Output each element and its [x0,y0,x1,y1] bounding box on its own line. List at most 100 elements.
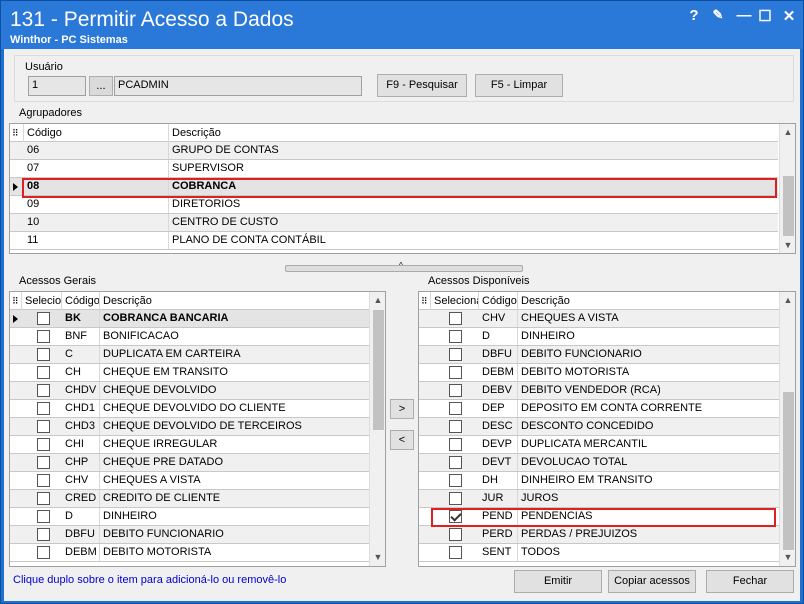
list-item[interactable]: C DUPLICATA EM CARTEIRA [10,346,369,364]
checkbox[interactable] [37,528,50,541]
checkbox[interactable] [37,510,50,523]
copiar-acessos-button[interactable]: Copiar acessos [608,570,696,593]
list-item[interactable]: DEP DEPOSITO EM CONTA CORRENTE [419,400,779,418]
column-options-icon[interactable]: ⠿ [10,124,24,142]
scroll-down-icon[interactable]: ▼ [780,237,795,253]
list-item[interactable]: CHP CHEQUE PRE DATADO [10,454,369,472]
column-options-icon[interactable]: ⠿ [10,292,22,310]
list-item[interactable]: CHI CHEQUE IRREGULAR [10,436,369,454]
list-item[interactable]: DH DINHEIRO EM TRANSITO [419,472,779,490]
list-item[interactable]: CHV CHEQUES A VISTA [10,472,369,490]
list-item[interactable]: D DINHEIRO [10,508,369,526]
list-item[interactable]: CHD1 CHEQUE DEVOLVIDO DO CLIENTE [10,400,369,418]
list-item[interactable]: DESC DESCONTO CONCEDIDO [419,418,779,436]
minimize-icon[interactable]: — [734,7,754,24]
checkbox[interactable] [449,312,462,325]
checkbox[interactable] [37,330,50,343]
acessos-gerais-scrollbar[interactable]: ▲ ▼ [369,292,385,566]
close-icon[interactable]: ✕ [779,7,799,25]
checkbox[interactable] [449,330,462,343]
acessos-gerais-col-selec[interactable]: Selecio [22,292,62,310]
acessos-disponiveis-scrollbar[interactable]: ▲ ▼ [779,292,795,566]
list-item[interactable]: BNF BONIFICACAO [10,328,369,346]
acessos-disponiveis-col-descricao[interactable]: Descrição [518,292,779,310]
acessos-disponiveis-col-codigo[interactable]: Código [479,292,518,310]
checkbox[interactable] [37,438,50,451]
agrupadores-row[interactable]: 06 GRUPO DE CONTAS [10,142,778,160]
list-item[interactable]: DBFU DEBITO FUNCIONARIO [419,346,779,364]
checkbox[interactable] [37,420,50,433]
checkbox[interactable] [449,348,462,361]
list-item[interactable]: DEVT DEVOLUCAO TOTAL [419,454,779,472]
title-bar[interactable]: 131 - Permitir Acesso a Dados Winthor - … [1,1,803,49]
list-item[interactable]: SENT TODOS [419,544,779,562]
maximize-icon[interactable]: ☐ [755,7,775,25]
agrupadores-row[interactable]: 07 SUPERVISOR [10,160,778,178]
usuario-code-field[interactable]: 1 [28,76,86,96]
scroll-up-icon[interactable]: ▲ [780,124,795,140]
checkbox[interactable] [449,384,462,397]
agrupadores-col-descricao[interactable]: Descrição [169,124,778,142]
checkbox[interactable] [449,546,462,559]
splitter-handle[interactable]: ^ [285,261,523,272]
checkbox[interactable] [449,402,462,415]
checkbox[interactable] [37,492,50,505]
list-item[interactable]: CHDV CHEQUE DEVOLVIDO [10,382,369,400]
list-item[interactable]: DBFU DEBITO FUNCIONARIO [10,526,369,544]
agrupadores-row[interactable]: 09 DIRETORIOS [10,196,778,214]
list-item[interactable]: DEBM DEBITO MOTORISTA [419,364,779,382]
list-item[interactable]: DEBV DEBITO VENDEDOR (RCA) [419,382,779,400]
usuario-lookup-button[interactable]: ... [89,76,113,96]
list-item[interactable]: D DINHEIRO [419,328,779,346]
agrupadores-codigo: 10 [24,214,169,231]
acessos-disponiveis-col-selec[interactable]: Selecionar [431,292,479,310]
scroll-down-icon[interactable]: ▼ [370,549,385,565]
checkbox[interactable] [37,366,50,379]
agrupadores-row[interactable]: 11 PLANO DE CONTA CONTÁBIL [10,232,778,250]
list-item[interactable]: DEVP DUPLICATA MERCANTIL [419,436,779,454]
checkbox[interactable] [449,366,462,379]
column-options-icon[interactable]: ⠿ [419,292,431,310]
list-item[interactable]: DEBM DEBITO MOTORISTA [10,544,369,562]
limpar-button[interactable]: F5 - Limpar [475,74,563,97]
checkbox[interactable] [449,438,462,451]
checkbox[interactable] [449,456,462,469]
checkbox[interactable] [449,474,462,487]
checkbox[interactable] [37,546,50,559]
checkbox[interactable] [37,474,50,487]
agrupadores-col-codigo[interactable]: Código [24,124,169,142]
checkbox[interactable] [449,492,462,505]
add-button[interactable]: > [390,399,414,419]
acessos-gerais-col-descricao[interactable]: Descrição [100,292,369,310]
checkbox[interactable] [37,312,50,325]
scroll-up-icon[interactable]: ▲ [370,292,385,308]
acessos-gerais-col-codigo[interactable]: Código [62,292,100,310]
checkbox[interactable] [449,528,462,541]
checkbox[interactable] [449,420,462,433]
emitir-button[interactable]: Emitir [514,570,602,593]
help-icon[interactable]: ? [684,7,704,24]
checkbox[interactable] [37,402,50,415]
remove-button[interactable]: < [390,430,414,450]
agrupadores-row[interactable]: 10 CENTRO DE CUSTO [10,214,778,232]
agrupadores-scrollbar[interactable]: ▲ ▼ [779,124,795,253]
scroll-thumb[interactable] [373,310,384,430]
scroll-thumb[interactable] [783,176,794,236]
pesquisar-button[interactable]: F9 - Pesquisar [377,74,467,97]
scroll-down-icon[interactable]: ▼ [780,549,795,565]
scroll-thumb[interactable] [783,392,794,550]
list-item[interactable]: CH CHEQUE EM TRANSITO [10,364,369,382]
list-item[interactable]: BK COBRANCA BANCARIA [10,310,369,328]
checkbox[interactable] [37,456,50,469]
list-item[interactable]: CRED CREDITO DE CLIENTE [10,490,369,508]
fechar-button[interactable]: Fechar [706,570,794,593]
list-item[interactable]: JUR JUROS [419,490,779,508]
item-descricao: TODOS [521,546,560,558]
list-item[interactable]: CHD3 CHEQUE DEVOLVIDO DE TERCEIROS [10,418,369,436]
edit-icon[interactable]: ✎ [708,7,728,23]
scroll-up-icon[interactable]: ▲ [780,292,795,308]
list-item[interactable]: PERD PERDAS / PREJUIZOS [419,526,779,544]
list-item[interactable]: CHV CHEQUES A VISTA [419,310,779,328]
checkbox[interactable] [37,384,50,397]
checkbox[interactable] [37,348,50,361]
